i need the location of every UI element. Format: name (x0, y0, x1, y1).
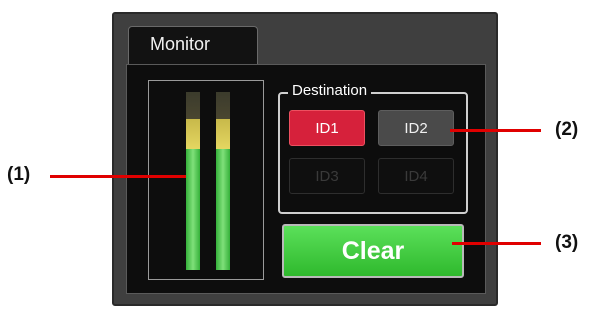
meter-green-segment (186, 149, 200, 270)
meter-headroom-segment (186, 92, 200, 119)
callout-label-2: (2) (555, 119, 579, 140)
meter-green-segment (216, 149, 230, 270)
callout-line-3 (452, 242, 541, 245)
callout-line-1 (50, 175, 186, 178)
destination-id3-button[interactable]: ID3 (289, 158, 365, 194)
tab-monitor-label: Monitor (150, 34, 211, 54)
level-meter (148, 80, 264, 280)
meter-yellow-segment (186, 119, 200, 149)
destination-id4-button[interactable]: ID4 (378, 158, 454, 194)
level-meter-bar-2 (216, 92, 230, 270)
callout-label-1: (1) (7, 164, 31, 185)
clear-button[interactable]: Clear (282, 224, 464, 278)
meter-yellow-segment (216, 119, 230, 149)
destination-id2-button[interactable]: ID2 (378, 110, 454, 146)
destination-legend: Destination (288, 82, 372, 99)
meter-headroom-segment (216, 92, 230, 119)
callout-label-3: (3) (555, 232, 579, 253)
level-meter-bar-1 (186, 92, 200, 270)
destination-id1-button[interactable]: ID1 (289, 110, 365, 146)
callout-line-2 (450, 129, 541, 132)
